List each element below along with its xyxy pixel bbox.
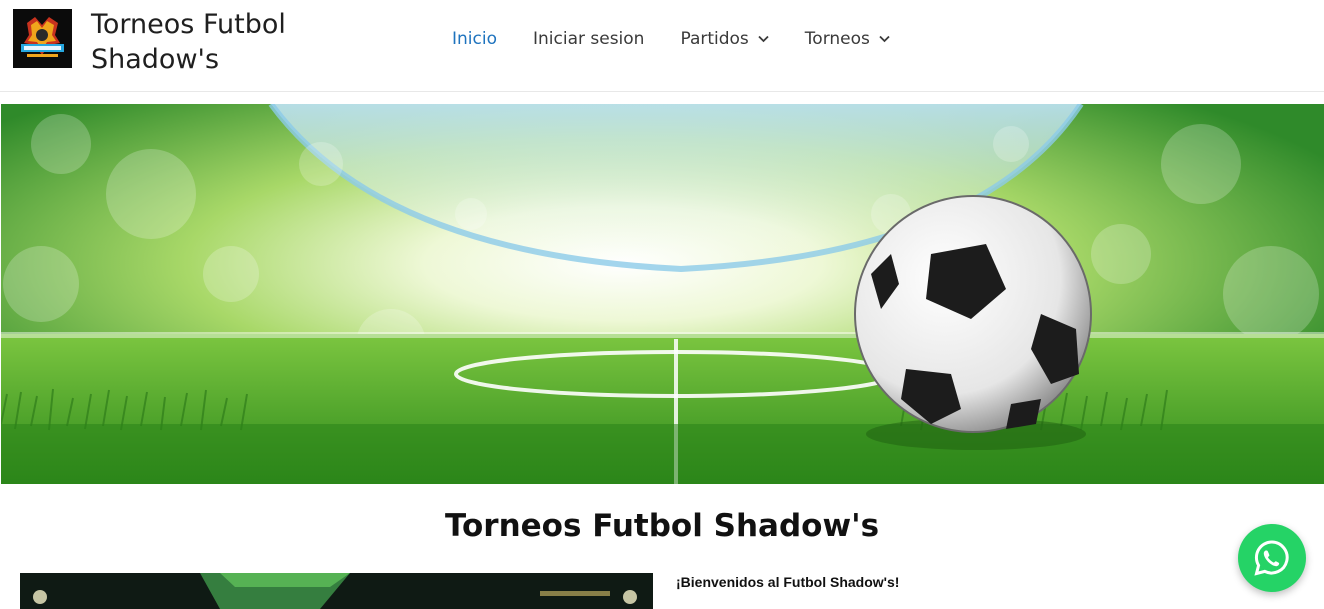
whatsapp-button[interactable] bbox=[1238, 524, 1306, 592]
main-nav: Inicio Iniciar sesion Partidos Torneos bbox=[452, 28, 926, 50]
chevron-down-icon bbox=[879, 35, 890, 43]
nav-item-label: Inicio bbox=[452, 29, 497, 49]
whatsapp-icon bbox=[1254, 540, 1289, 576]
nav-item-iniciar-sesion[interactable]: Iniciar sesion bbox=[533, 29, 644, 49]
nav-item-inicio[interactable]: Inicio bbox=[452, 29, 497, 49]
shadows-logo-icon bbox=[13, 9, 72, 68]
soccer-stadium-banner-image bbox=[1, 104, 1324, 484]
chevron-down-icon bbox=[758, 35, 769, 43]
nav-item-label: Iniciar sesion bbox=[532, 29, 645, 49]
site-header: Torneos Futbol Shadow's Inicio Iniciar s… bbox=[0, 0, 1324, 92]
post-image bbox=[20, 573, 653, 609]
site-logo[interactable] bbox=[13, 9, 72, 68]
page-title: Torneos Futbol Shadow's bbox=[444, 508, 880, 544]
nav-item-label: Partidos bbox=[680, 29, 749, 49]
nav-item-torneos[interactable]: Torneos bbox=[805, 29, 890, 49]
site-title[interactable]: Torneos Futbol Shadow's bbox=[91, 7, 331, 77]
stadium-photo-image bbox=[20, 573, 653, 609]
hero-banner bbox=[1, 104, 1324, 484]
welcome-text: ¡Bienvenidos al Futbol Shadow's! bbox=[676, 574, 900, 590]
nav-item-partidos[interactable]: Partidos bbox=[680, 29, 769, 49]
nav-item-label: Torneos bbox=[804, 29, 870, 49]
